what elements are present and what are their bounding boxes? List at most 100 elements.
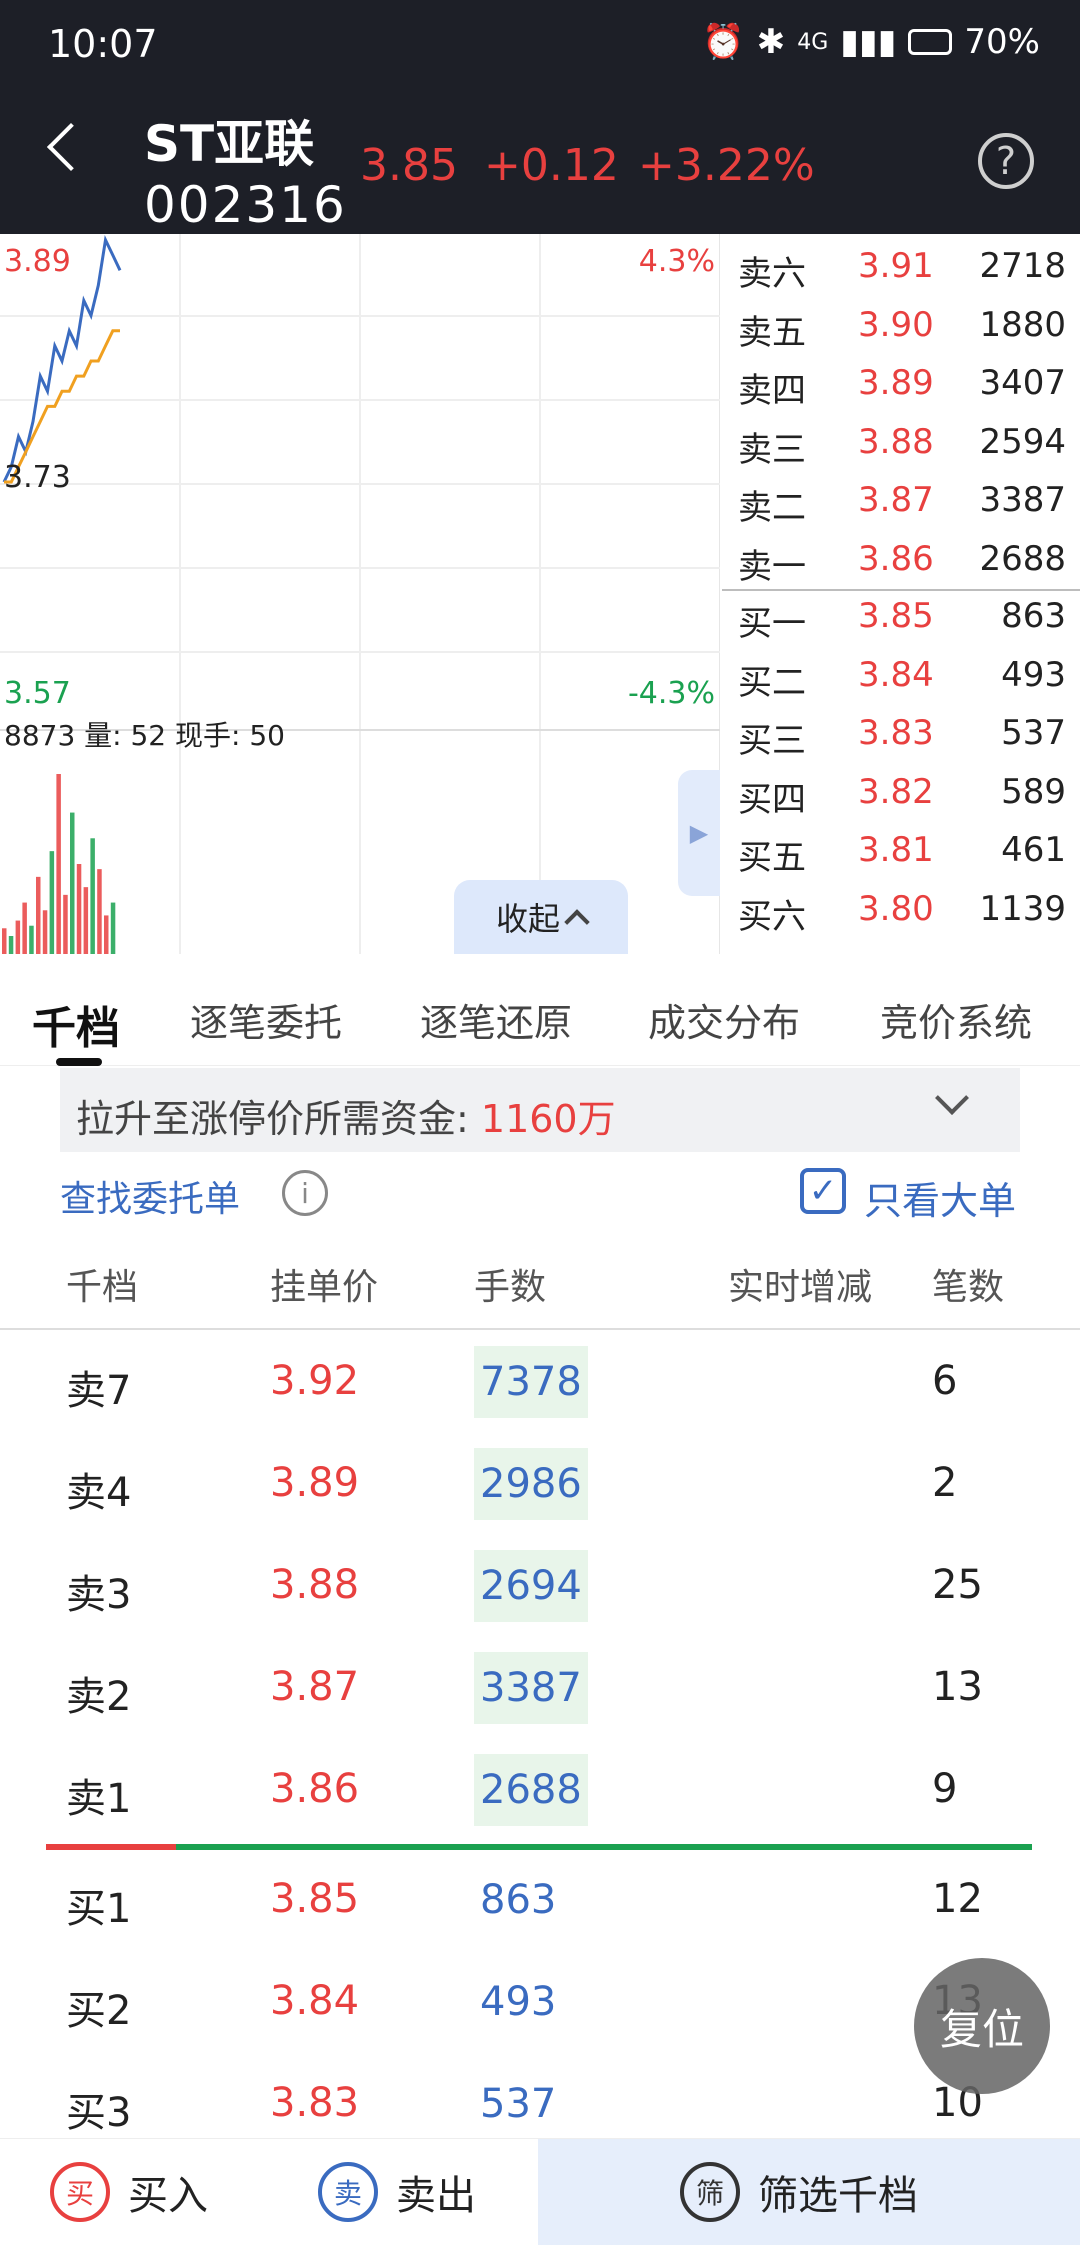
chevron-up-icon: [564, 909, 590, 935]
tab-tick-restore[interactable]: 逐笔还原: [420, 992, 572, 1047]
row-count: 12: [932, 1876, 983, 1922]
header: 10:07 ⏰ ✱ 4G ▮▮▮ 70% ST亚联 002316 3.85 +0…: [0, 0, 1080, 234]
order-book-qty: 589: [1001, 771, 1066, 812]
chevron-down-icon[interactable]: [935, 1081, 969, 1115]
row-count: 9: [932, 1766, 958, 1812]
table-row[interactable]: 卖2 3.87 3387 13: [0, 1638, 1080, 1740]
tab-auction-system[interactable]: 竞价系统: [880, 992, 1032, 1047]
limit-up-funds-text: 拉升至涨停价所需资金: 1160万: [76, 1088, 616, 1143]
order-book-qty: 3387: [979, 480, 1066, 520]
order-book-row[interactable]: 卖四 3.89 3407: [722, 353, 1080, 411]
chart-pct-up-label: 4.3%: [638, 244, 715, 279]
table-row[interactable]: 买1 3.85 863 12: [0, 1850, 1080, 1952]
chart-high-label: 3.89: [4, 244, 71, 279]
row-count: 25: [932, 1562, 983, 1608]
info-icon[interactable]: i: [282, 1170, 328, 1216]
order-book-row[interactable]: 卖六 3.91 2718: [722, 236, 1080, 294]
table-row[interactable]: 卖3 3.88 2694 25: [0, 1536, 1080, 1638]
order-book-divider: [722, 589, 1080, 591]
volume-bar: [29, 925, 34, 954]
order-book-price: 3.80: [858, 888, 934, 929]
status-icons: ⏰ ✱ 4G ▮▮▮ 70%: [702, 22, 1040, 62]
volume-bar: [110, 902, 116, 954]
filter-icon: 筛: [680, 2162, 740, 2222]
find-order-link[interactable]: 查找委托单: [60, 1170, 240, 1222]
order-book-row[interactable]: 买六 3.80 1139: [722, 879, 1080, 937]
order-book-qty: 1880: [979, 304, 1066, 345]
limit-up-funds-value: 1160万: [480, 1097, 616, 1141]
tab-level1000[interactable]: 千档: [32, 992, 120, 1056]
row-price: 3.92: [270, 1358, 360, 1404]
order-book-level: 买一: [738, 604, 806, 644]
limit-up-funds-label: 拉升至涨停价所需资金:: [76, 1097, 481, 1141]
volume-bar: [63, 894, 68, 954]
bid-ask-divider: [46, 1844, 1032, 1850]
stock-name: ST亚联: [144, 115, 315, 173]
stock-price: 3.85: [360, 140, 458, 191]
volume-bar: [8, 936, 14, 954]
alarm-icon: ⏰: [702, 22, 745, 62]
big-order-checkbox[interactable]: ✓: [800, 1168, 846, 1214]
volume-bar: [97, 869, 102, 954]
stock-change-pct: +3.22%: [638, 140, 815, 191]
buy-label: 买入: [128, 2173, 208, 2219]
sell-button[interactable]: 卖 卖出: [318, 2139, 476, 2245]
intraday-chart[interactable]: 3.89 3.73 3.57 4.3% -4.3% 8873 量: 52 现手:…: [0, 234, 720, 954]
order-book-row[interactable]: 买二 3.84 493: [722, 645, 1080, 703]
row-level: 买1: [66, 1886, 132, 1932]
row-level: 买2: [66, 1988, 132, 2034]
table-row[interactable]: 卖4 3.89 2986 2: [0, 1434, 1080, 1536]
signal-type: 4G: [797, 29, 829, 55]
order-book-row[interactable]: 买一 3.85 863: [722, 586, 1080, 644]
reset-button[interactable]: 复位: [914, 1958, 1050, 2094]
volume-bar: [15, 920, 21, 954]
collapse-button[interactable]: 收起: [454, 880, 628, 954]
order-book-row[interactable]: 卖一 3.86 2688: [722, 529, 1080, 587]
volume-bar: [42, 910, 48, 954]
row-level: 卖3: [66, 1572, 132, 1618]
table-row[interactable]: 卖7 3.92 7378 6: [0, 1332, 1080, 1434]
order-book-level: 卖四: [738, 371, 806, 411]
tab-order-by-order[interactable]: 逐笔委托: [190, 992, 342, 1047]
row-price: 3.87: [270, 1664, 360, 1710]
order-book-row[interactable]: 买三 3.83 537: [722, 703, 1080, 761]
volume-bar: [36, 876, 41, 954]
buy-button[interactable]: 买 买入: [50, 2139, 208, 2245]
order-book-qty: 1139: [979, 888, 1066, 929]
col-header-price: 挂单价: [270, 1267, 379, 1308]
tab-trade-distribution[interactable]: 成交分布: [648, 992, 800, 1047]
row-level: 买3: [66, 2090, 132, 2136]
order-book-price: 3.83: [858, 713, 934, 753]
order-book-qty: 2594: [979, 421, 1066, 462]
row-qty: 537: [480, 2081, 557, 2127]
order-book-level: 卖二: [738, 488, 806, 528]
order-book-level: 买五: [738, 838, 806, 878]
stock-change: +0.12: [484, 140, 619, 191]
order-book-row[interactable]: 卖五 3.90 1880: [722, 295, 1080, 353]
big-order-label[interactable]: 只看大单: [864, 1170, 1016, 1225]
side-expand-icon[interactable]: ▶: [678, 770, 720, 896]
order-book-qty: 493: [1001, 654, 1066, 695]
row-qty: 493: [480, 1979, 557, 2025]
order-book-row[interactable]: 买四 3.82 589: [722, 762, 1080, 820]
limit-up-funds-bar[interactable]: 拉升至涨停价所需资金: 1160万: [60, 1068, 1020, 1152]
row-price: 3.83: [270, 2080, 360, 2126]
bluetooth-icon: ✱: [756, 22, 786, 62]
order-book-qty: 863: [1001, 596, 1066, 636]
row-level: 卖2: [66, 1674, 132, 1720]
row-count: 6: [932, 1358, 958, 1404]
order-book-price: 3.89: [858, 363, 934, 403]
order-book-row[interactable]: 卖二 3.87 3387: [722, 470, 1080, 528]
help-icon[interactable]: ?: [978, 133, 1034, 189]
back-icon[interactable]: [46, 122, 96, 172]
volume-bar: [76, 864, 82, 954]
filter-button[interactable]: 筛 筛选千档: [680, 2139, 918, 2245]
row-price: 3.89: [270, 1460, 360, 1506]
order-book-price: 3.90: [858, 304, 934, 345]
col-header-level: 千档: [66, 1267, 139, 1308]
order-book-qty: 537: [1001, 713, 1066, 753]
table-row[interactable]: 卖1 3.86 2688 9: [0, 1740, 1080, 1842]
order-book-price: 3.84: [858, 654, 934, 695]
order-book-row[interactable]: 买五 3.81 461: [722, 820, 1080, 878]
order-book-row[interactable]: 卖三 3.88 2594: [722, 412, 1080, 470]
